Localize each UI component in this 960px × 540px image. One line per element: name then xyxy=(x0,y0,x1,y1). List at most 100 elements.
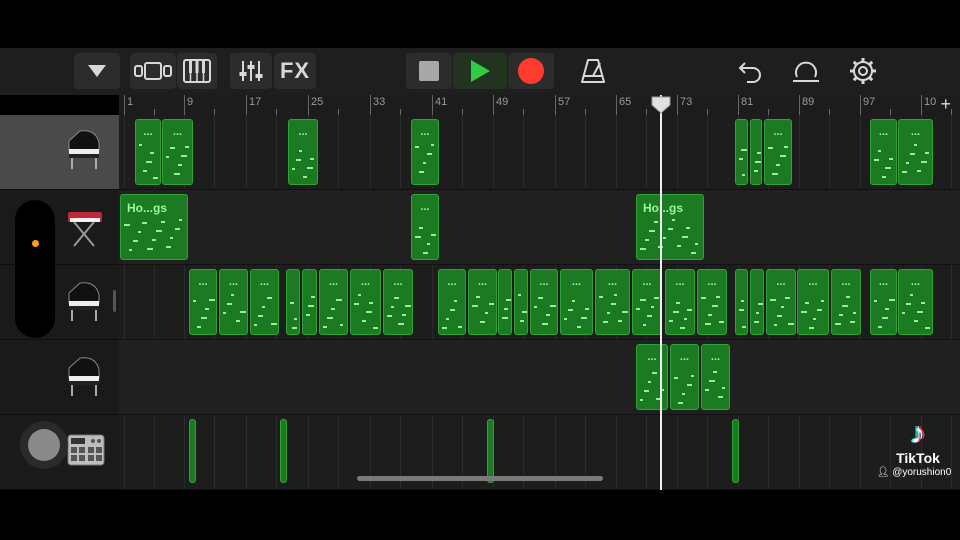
midi-note xyxy=(614,294,618,296)
mixer-button[interactable] xyxy=(230,53,272,89)
piano-keys-icon xyxy=(183,59,211,83)
midi-note xyxy=(262,306,266,308)
settings-button[interactable] xyxy=(844,53,882,89)
midi-region[interactable] xyxy=(302,269,317,335)
midi-note xyxy=(874,159,879,161)
midi-region[interactable]: ... xyxy=(697,269,727,335)
midi-note xyxy=(649,229,656,232)
midi-region[interactable] xyxy=(286,269,300,335)
undo-button[interactable] xyxy=(732,53,768,89)
midi-note xyxy=(917,310,924,313)
region-name: ... xyxy=(259,276,270,288)
midi-note xyxy=(780,154,786,157)
midi-region[interactable]: ... xyxy=(595,269,630,335)
midi-region[interactable]: ... xyxy=(870,269,897,335)
midi-region[interactable]: ... xyxy=(870,119,897,185)
midi-note xyxy=(669,319,673,322)
midi-note xyxy=(193,300,196,302)
midi-note xyxy=(721,387,725,389)
midi-region[interactable] xyxy=(735,269,748,335)
browser-view-button[interactable] xyxy=(130,53,176,89)
midi-region[interactable]: ... xyxy=(665,269,695,335)
midi-region[interactable]: ... xyxy=(701,344,730,410)
region-name: ... xyxy=(808,276,818,288)
play-button[interactable] xyxy=(453,53,507,89)
record-button[interactable] xyxy=(508,53,554,89)
ruler-bar-label: 57 xyxy=(558,96,571,108)
midi-note xyxy=(137,231,141,233)
ruler-tick xyxy=(738,95,739,115)
arrangement-area[interactable]: ..................... Ho...gs... Ho...gs..… xyxy=(119,115,960,490)
midi-region[interactable]: ... xyxy=(319,269,348,335)
track-lane-4[interactable] xyxy=(119,340,960,415)
midi-region[interactable]: ... xyxy=(898,269,933,335)
midi-region[interactable]: ... xyxy=(135,119,161,185)
midi-region[interactable]: ... xyxy=(350,269,381,335)
ruler-bar-label: 1 xyxy=(127,96,134,108)
midi-region[interactable]: ... xyxy=(670,344,699,410)
midi-region[interactable]: ... xyxy=(189,269,217,335)
region-name: ... xyxy=(447,276,457,288)
midi-region[interactable] xyxy=(750,269,764,335)
midi-region[interactable] xyxy=(189,419,196,483)
midi-note xyxy=(838,313,843,316)
midi-note xyxy=(139,144,142,146)
midi-region[interactable]: ... xyxy=(383,269,413,335)
midi-region[interactable] xyxy=(280,419,287,483)
stop-button[interactable] xyxy=(406,53,452,89)
midi-note xyxy=(846,295,850,298)
midi-region[interactable]: ... xyxy=(560,269,593,335)
midi-region[interactable]: ... xyxy=(898,119,933,185)
loop-browser-button[interactable] xyxy=(787,53,825,89)
header-resize-handle[interactable] xyxy=(113,290,116,312)
midi-region[interactable] xyxy=(487,419,494,483)
playhead-handle-icon[interactable] xyxy=(650,96,672,114)
midi-region[interactable]: ... xyxy=(831,269,861,335)
track-volume-control[interactable] xyxy=(15,200,55,338)
midi-note xyxy=(754,321,759,323)
midi-note xyxy=(142,222,148,224)
midi-region[interactable]: ... xyxy=(162,119,193,185)
playhead[interactable] xyxy=(660,95,662,490)
midi-region[interactable]: ... xyxy=(632,269,662,335)
track-lane-2[interactable] xyxy=(119,190,960,265)
midi-note xyxy=(905,303,911,305)
navigation-menu-button[interactable] xyxy=(74,53,120,89)
grand-piano-icon xyxy=(68,282,100,321)
midi-region[interactable] xyxy=(750,119,762,185)
midi-region[interactable]: ... xyxy=(530,269,558,335)
midi-note xyxy=(874,300,877,302)
track-lane-1[interactable] xyxy=(119,115,960,190)
track-header-4[interactable] xyxy=(0,340,119,415)
midi-region[interactable]: ... xyxy=(219,269,248,335)
midi-region[interactable] xyxy=(498,269,512,335)
midi-note xyxy=(504,307,508,310)
midi-region[interactable]: ... xyxy=(250,269,279,335)
midi-region[interactable]: ... xyxy=(636,344,668,410)
timeline-ruler[interactable]: + 1 9 17 25 33 41 49 57 65 73 81 89 97 10 xyxy=(119,95,960,116)
midi-region[interactable]: ... xyxy=(438,269,466,335)
midi-region[interactable]: ... xyxy=(797,269,829,335)
midi-region[interactable]: ... xyxy=(766,269,796,335)
assistive-touch-button[interactable] xyxy=(20,421,68,469)
midi-note xyxy=(390,306,394,308)
midi-note xyxy=(361,319,366,322)
track-header-1[interactable] xyxy=(0,115,119,190)
midi-region[interactable] xyxy=(514,269,528,335)
add-track-button[interactable]: + xyxy=(940,95,951,113)
region-name: ... xyxy=(172,126,183,138)
keyboard-button[interactable] xyxy=(177,53,217,89)
midi-note xyxy=(770,298,776,301)
midi-region[interactable]: ... xyxy=(411,119,439,185)
midi-region[interactable]: Ho...gs xyxy=(636,194,704,260)
midi-region[interactable]: Ho...gs xyxy=(120,194,188,260)
midi-region[interactable] xyxy=(735,119,748,185)
midi-region[interactable]: ... xyxy=(764,119,792,185)
fx-button[interactable]: FX xyxy=(274,53,316,89)
midi-region[interactable]: ... xyxy=(288,119,318,185)
metronome-button[interactable] xyxy=(575,53,611,89)
midi-region[interactable] xyxy=(732,419,739,483)
midi-note xyxy=(801,310,807,313)
midi-region[interactable]: ... xyxy=(468,269,497,335)
midi-region[interactable]: ... xyxy=(411,194,439,260)
